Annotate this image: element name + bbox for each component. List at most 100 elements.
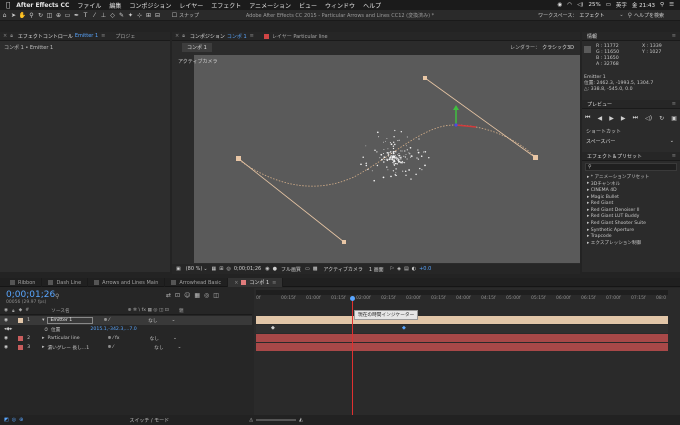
puppet-tool-icon[interactable]: ✦ <box>126 11 135 20</box>
zoom-out-icon[interactable]: ◬ <box>249 417 253 423</box>
fx-synthetic-aperture[interactable]: ▸ Synthetic Aperture <box>582 227 680 234</box>
rotate-tool-icon[interactable]: ↻ <box>36 11 45 20</box>
prev-frame-icon[interactable]: ◀ <box>597 115 602 122</box>
zoom-slider[interactable] <box>256 419 297 421</box>
layer-switches[interactable]: ⊕ ⁄ fx <box>107 336 119 341</box>
axis-world-icon[interactable]: ⊞ <box>144 11 153 20</box>
current-time-indicator[interactable] <box>352 296 353 416</box>
timeline-tab-dash-line[interactable]: Dash Line <box>42 278 89 287</box>
layer-name[interactable]: Particular line <box>47 336 97 341</box>
search-icon[interactable]: ⚲ <box>55 293 59 300</box>
resolution-dropdown[interactable]: フル画質 <box>281 266 301 273</box>
label-color[interactable] <box>18 345 24 350</box>
timecode-display[interactable]: 0;00;01;26 <box>234 266 261 272</box>
tab-composition[interactable]: コンポジション コンポ 1 ≡ <box>185 32 259 41</box>
pan-behind-tool-icon[interactable]: ⊕ <box>54 11 63 20</box>
parent-dropdown[interactable]: なし <box>154 345 163 351</box>
status-icon[interactable]: ◉ <box>557 2 562 8</box>
fx-expression-controls[interactable]: ▸ エクスプレッション制御 <box>582 240 680 247</box>
keyframe-handle[interactable] <box>533 155 538 160</box>
input-method[interactable]: 英字 <box>616 1 627 9</box>
fx-red-giant[interactable]: ▸ Red Giant <box>582 200 680 207</box>
menu-edit[interactable]: 編集 <box>109 1 121 10</box>
keyframe-handle[interactable] <box>236 156 241 161</box>
transparency-grid-icon[interactable]: ▩ <box>313 266 318 272</box>
zoom-dropdown[interactable]: (80 %) <box>186 266 203 272</box>
fx-red-giant-shooter-suite[interactable]: ▸ Red Giant Shooter Suite <box>582 220 680 227</box>
battery-icon[interactable]: ▭ <box>606 2 611 8</box>
cti-handle[interactable] <box>350 296 355 301</box>
panel-menu-icon[interactable]: ≡ <box>672 153 676 159</box>
shortcut-dropdown[interactable]: スペースバー ⌄ <box>586 137 674 145</box>
rectangle-tool-icon[interactable]: ▭ <box>63 11 72 20</box>
tab-effect-controls[interactable]: エフェクトコントロール Emitter 1 ≡ <box>13 32 110 41</box>
roto-tool-icon[interactable]: ✎ <box>117 11 126 20</box>
menu-help[interactable]: ヘルプ <box>363 1 381 10</box>
z-axis-gizmo[interactable] <box>454 123 458 127</box>
selection-tool-icon[interactable]: ➤ <box>9 11 18 20</box>
chevron-down-icon[interactable]: ⌄ <box>203 266 207 272</box>
menu-animation[interactable]: アニメーション <box>249 1 291 10</box>
label-color[interactable] <box>18 318 24 323</box>
menu-view[interactable]: ビュー <box>299 1 317 10</box>
help-search-input[interactable]: ヘルプを検索 <box>634 12 680 19</box>
layer-name[interactable]: Emitter 1 <box>47 317 94 324</box>
pen-tool-icon[interactable]: ✒ <box>72 11 81 20</box>
label-color[interactable] <box>18 336 24 341</box>
twirl-closed-icon[interactable]: ▸ <box>42 345 44 350</box>
grid-icon[interactable]: ⊞ <box>219 266 223 272</box>
text-tool-icon[interactable]: T <box>81 11 90 20</box>
timeline-tab-arrowhead-basic[interactable]: Arrowhead Basic <box>165 278 229 287</box>
tab-project[interactable]: プロジェ <box>110 32 140 41</box>
chevron-down-icon[interactable]: ⌄ <box>178 345 182 350</box>
wifi-icon[interactable]: ◠ <box>567 2 572 8</box>
safe-zones-icon[interactable]: ▦ <box>212 266 217 272</box>
play-icon[interactable]: ▶ <box>609 115 614 122</box>
audio-icon[interactable]: ◁) <box>645 115 652 122</box>
zoom-in-icon[interactable]: ◭ <box>299 417 303 423</box>
menu-composition[interactable]: コンポジション <box>129 1 171 10</box>
ram-preview-icon[interactable]: ▣ <box>671 115 677 122</box>
close-icon[interactable]: × <box>3 33 7 39</box>
fx-animation-presets[interactable]: ▸ * アニメーションプリセット <box>582 174 680 181</box>
zoom-tool-icon[interactable]: ⚲ <box>27 11 36 20</box>
x-axis-gizmo[interactable] <box>455 124 477 128</box>
3d-view-dropdown[interactable]: アクティブカメラ <box>323 266 362 273</box>
frame-blend-icon[interactable]: ▦ <box>194 292 200 299</box>
layer-bar-particular[interactable] <box>256 334 668 342</box>
parent-dropdown[interactable]: なし <box>150 336 159 342</box>
brush-tool-icon[interactable]: ⁄ <box>90 11 99 20</box>
eraser-tool-icon[interactable]: ◇ <box>108 11 117 20</box>
next-frame-icon[interactable]: ▶ <box>621 115 626 122</box>
layer-switches[interactable]: ⊕ ⁄ <box>103 318 120 323</box>
clock[interactable]: 金 21:43 <box>632 1 655 9</box>
menu-window[interactable]: ウィンドウ <box>325 1 355 10</box>
stopwatch-icon[interactable]: ⏱ <box>44 327 48 333</box>
last-frame-icon[interactable]: ⏭ <box>633 114 638 122</box>
volume-icon[interactable]: ◁) <box>577 2 583 8</box>
work-area-bar[interactable] <box>256 290 668 295</box>
close-icon[interactable]: × <box>175 33 179 39</box>
tab-layer[interactable]: レイヤー Particular line <box>259 32 333 41</box>
composition-viewer[interactable]: アクティブカメラ <box>176 55 580 263</box>
chevron-down-icon[interactable]: ⌄ <box>173 336 177 341</box>
menu-file[interactable]: ファイル <box>77 1 101 10</box>
camera-tool-icon[interactable]: ◫ <box>45 11 54 20</box>
eye-icon[interactable]: ◉ <box>4 345 8 350</box>
panel-menu-icon[interactable]: ≡ <box>250 33 254 39</box>
snapshot-camera-icon[interactable]: ◎ <box>226 266 230 272</box>
loop-icon[interactable]: ↻ <box>659 115 664 122</box>
keyframe-diamond[interactable]: ◆ <box>271 325 275 331</box>
menu-effect[interactable]: エフェクト <box>211 1 241 10</box>
timeline-graph-area[interactable] <box>254 288 680 418</box>
fast-preview-icon[interactable]: ◈ <box>397 266 401 272</box>
axis-view-icon[interactable]: ⊟ <box>153 11 162 20</box>
keyframe-handle[interactable] <box>423 76 427 80</box>
axis-icon[interactable]: ⊹ <box>135 11 144 20</box>
timeline-tab-arrows-and-lines-main[interactable]: Arrows and Lines Main <box>88 278 166 287</box>
fx-cinema-4d[interactable]: ▸ CINEMA 4D <box>582 187 680 194</box>
panel-menu-icon[interactable]: ≡ <box>272 280 276 286</box>
time-ruler[interactable]: 0f 00:15f 01:00f 01:15f 02:00f 02:15f 03:00f 03… <box>256 296 668 304</box>
layer-bar-emitter[interactable] <box>256 316 668 324</box>
close-icon[interactable]: × <box>234 280 238 286</box>
